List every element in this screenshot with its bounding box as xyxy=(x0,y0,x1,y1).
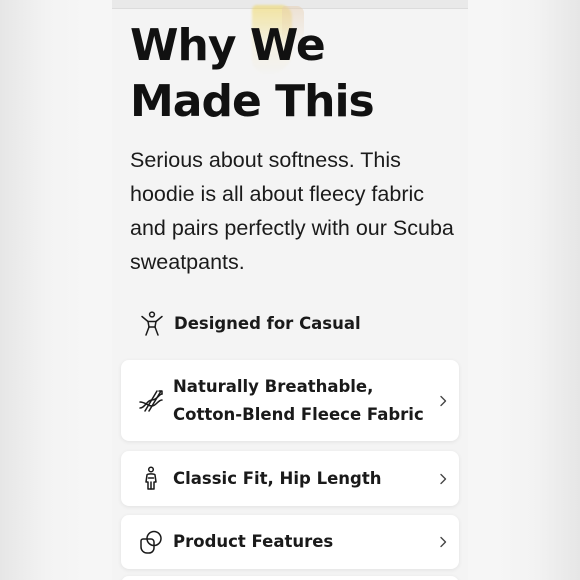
fabric-weave-icon xyxy=(137,387,165,415)
chevron-right-icon xyxy=(437,394,449,408)
accordion-item-fit[interactable]: Classic Fit, Hip Length xyxy=(121,451,459,506)
person-stretch-icon xyxy=(138,310,166,338)
section-title: Why We Made This xyxy=(130,20,375,127)
accordion-item-product-features[interactable]: Product Features xyxy=(121,515,459,569)
accordion-label: Naturally Breathable, Cotton-Blend Fleec… xyxy=(173,376,424,424)
product-details-screen: Why We Made This Serious about softness.… xyxy=(112,0,468,580)
accordion-item-fabric[interactable]: Naturally Breathable, Cotton-Blend Fleec… xyxy=(121,360,459,441)
activity-row: Designed for Casual xyxy=(138,306,361,342)
accordion-item-next[interactable] xyxy=(121,576,459,580)
accordion-label: Product Features xyxy=(173,532,334,551)
section-description: Serious about softness. This hoodie is a… xyxy=(130,148,454,274)
product-features-icon xyxy=(137,528,165,556)
chevron-right-icon xyxy=(437,472,449,486)
activity-label: Designed for Casual xyxy=(174,314,361,333)
chevron-right-icon xyxy=(437,535,449,549)
fit-figure-icon xyxy=(137,465,165,493)
accordion-label: Classic Fit, Hip Length xyxy=(173,468,382,488)
